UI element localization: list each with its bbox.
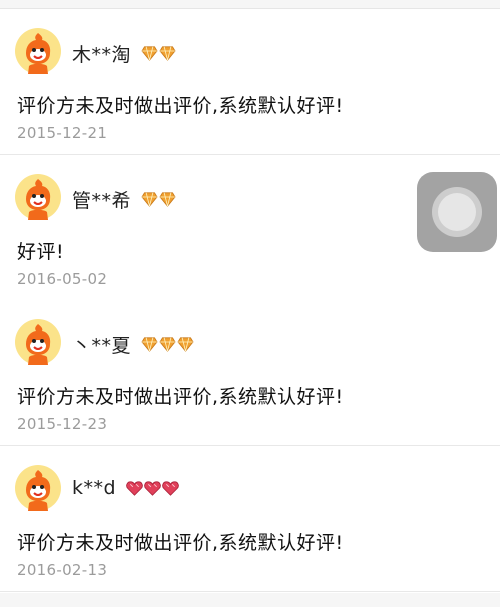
diamond-icon xyxy=(141,192,158,207)
review-comment: 评价方未及时做出评价,系统默认好评! xyxy=(17,386,344,408)
review-item: k**d 评价方未及时做出评价,系统默认好评! 2016-02-13 xyxy=(0,446,500,592)
review-date: 2016-05-02 xyxy=(17,270,108,288)
heart-icon xyxy=(162,480,179,496)
review-comment: 好评! xyxy=(17,241,65,263)
review-date: 2015-12-23 xyxy=(17,415,108,433)
reviewer-level-badges xyxy=(126,480,180,496)
assistive-touch-button[interactable] xyxy=(417,172,497,252)
avatar[interactable] xyxy=(15,319,61,365)
reviewer-level-badges xyxy=(141,192,177,207)
reviewer-name: 木**淘 xyxy=(72,44,132,66)
avatar[interactable] xyxy=(15,174,61,220)
reviewer-name: 丶**夏 xyxy=(72,335,132,357)
assistive-touch-core xyxy=(438,193,476,231)
review-date: 2015-12-21 xyxy=(17,124,108,142)
diamond-icon xyxy=(159,46,176,61)
heart-icon xyxy=(126,480,143,496)
review-comment: 评价方未及时做出评价,系统默认好评! xyxy=(17,95,344,117)
bottom-divider xyxy=(0,593,500,607)
review-item: 木**淘 评价方未及时做出评价,系统默认好评! 2015-12-21 xyxy=(0,9,500,155)
review-comment: 评价方未及时做出评价,系统默认好评! xyxy=(17,532,344,554)
reviewer-level-badges xyxy=(141,46,177,61)
review-date: 2016-02-13 xyxy=(17,561,108,579)
review-item: 丶**夏 评价方未及时做出评价,系统默认好评! 2015-12-23 xyxy=(0,300,500,446)
diamond-icon xyxy=(177,337,194,352)
reviewer-name: k**d xyxy=(72,477,117,499)
top-divider xyxy=(0,0,500,9)
heart-icon xyxy=(144,480,161,496)
reviewer-level-badges xyxy=(141,337,195,352)
diamond-icon xyxy=(159,192,176,207)
reviewer-name: 管**希 xyxy=(72,190,132,212)
avatar[interactable] xyxy=(15,465,61,511)
diamond-icon xyxy=(141,337,158,352)
avatar[interactable] xyxy=(15,28,61,74)
diamond-icon xyxy=(141,46,158,61)
diamond-icon xyxy=(159,337,176,352)
